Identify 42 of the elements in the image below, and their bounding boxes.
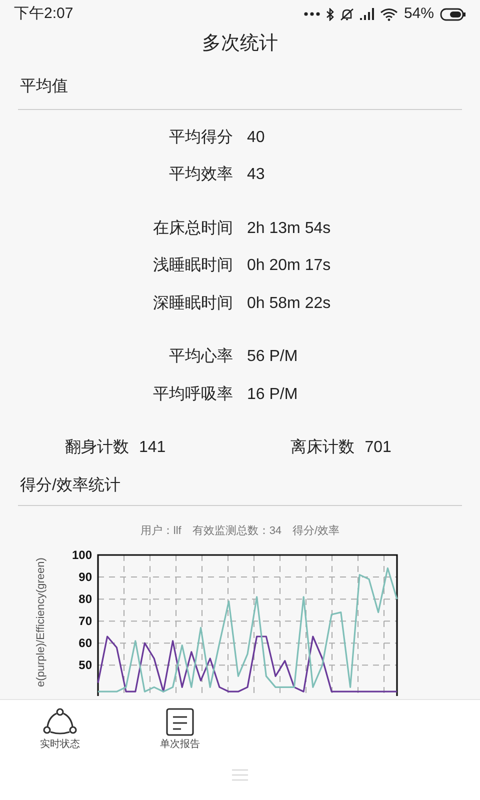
stat-value: 56 P/M [247,347,298,368]
muted-bell-icon [340,8,354,20]
document-icon [166,708,194,736]
y-axis-label: e(purple)/Efficiency(green) [35,557,47,686]
stat-label: 平均效率 [168,164,233,186]
stat-value: 16 P/M [247,384,298,405]
chart-title: 用户：llf 有效监测总数：34 得分/效率 [139,524,341,538]
stat-label: 平均呼吸率 [152,384,233,405]
stat-label: 浅睡眠时间 [152,256,233,276]
menu-icon[interactable] [232,769,248,782]
signal-icon [360,8,374,20]
count-value: 701 [364,438,392,458]
wifi-icon [380,8,398,20]
count-label: 离床计数 [290,438,355,458]
y-tick-label: 100 [72,548,92,562]
status-time: 下午2:07 [14,4,74,24]
stat-value: 40 [247,128,265,148]
stat-value: 0h 20m 17s [247,256,331,276]
stat-label: 深睡眠时间 [152,294,233,314]
section-title: 得分/效率统计 [20,476,122,496]
stat-value: 43 [247,165,265,186]
stat-label: 平均心率 [168,346,233,368]
stat-label: 平均得分 [168,128,233,148]
stat-label: 在床总时间 [152,218,233,239]
nav-tab[interactable]: 实时状态 [0,700,120,756]
nav-tab[interactable]: 单次报告 [120,700,240,756]
y-tick-label: 50 [78,658,92,672]
y-tick-label: 90 [78,570,92,584]
y-tick-label: 60 [78,636,92,650]
battery-icon [440,8,466,20]
stat-value: 0h 58m 22s [247,294,331,314]
y-tick-label: 80 [78,592,92,606]
stat-value: 2h 13m 54s [247,218,331,239]
count-value: 141 [139,438,166,458]
more-dots-icon [304,12,320,16]
battery-percent: 54% [404,4,434,24]
count-label: 翻身计数 [65,438,129,458]
bluetooth-icon [326,8,334,20]
section-title: 平均值 [20,77,69,97]
share-icon [43,708,77,736]
page-title: 多次统计 [202,32,278,56]
y-tick-label: 70 [78,614,92,628]
